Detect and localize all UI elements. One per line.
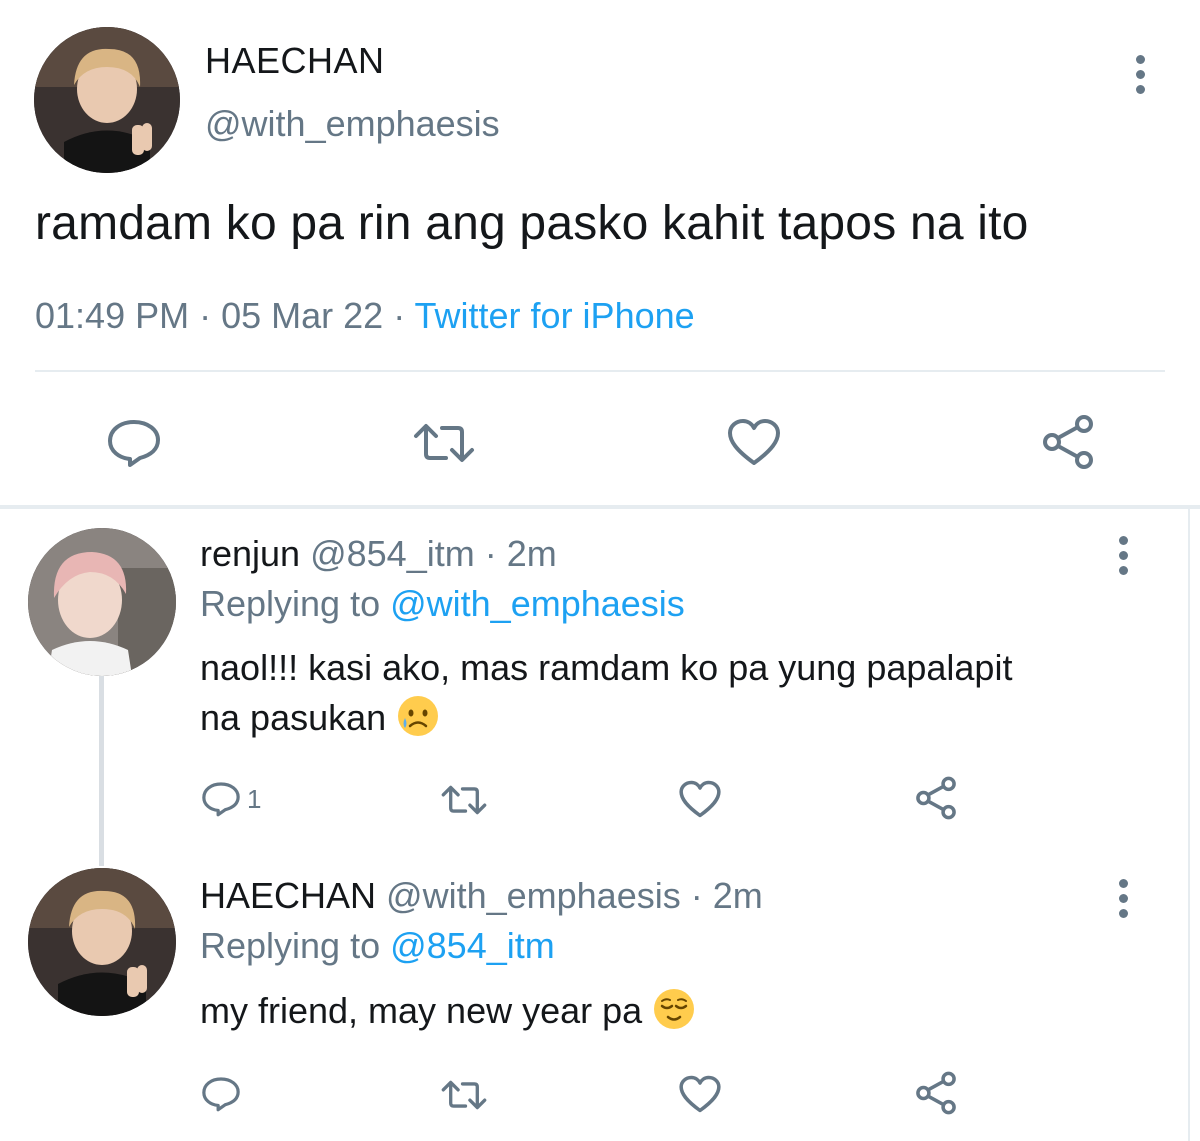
sad-relieved-emoji-icon: [398, 696, 439, 736]
reply-header: HAECHAN @with_emphaesis · 2m: [200, 875, 763, 917]
more-options-icon[interactable]: [1116, 879, 1130, 918]
retweet-button[interactable]: [440, 783, 488, 817]
reply-icon: [202, 1077, 240, 1112]
share-icon: [1043, 415, 1093, 469]
share-icon: [916, 776, 956, 820]
replying-label: Replying to: [200, 583, 391, 624]
mention-link[interactable]: @854_itm: [390, 925, 555, 966]
avatar-photo: [28, 528, 176, 676]
tweet-source-link[interactable]: Twitter for iPhone: [415, 295, 695, 336]
tweet-meta: 01:49 PM · 05 Mar 22 · Twitter for iPhon…: [35, 295, 695, 337]
reply-meta: @854_itm · 2m: [300, 533, 557, 574]
tweet-date: 05 Mar 22: [221, 295, 384, 336]
retweet-icon: [441, 785, 487, 815]
reply-header: renjun @854_itm · 2m: [200, 533, 557, 575]
meta-separator: ·: [189, 295, 222, 336]
retweet-icon: [441, 1080, 487, 1110]
share-button[interactable]: [914, 776, 958, 820]
mention-link[interactable]: @with_emphaesis: [390, 583, 685, 624]
reply-author-name[interactable]: HAECHAN: [200, 875, 376, 916]
replying-to: Replying to @with_emphaesis: [200, 583, 685, 625]
thread-connector: [99, 676, 104, 866]
reply-text: my friend, may new year pa: [200, 986, 1160, 1036]
share-button[interactable]: [914, 1071, 958, 1115]
reply-author-name[interactable]: renjun: [200, 533, 300, 574]
avatar-photo: [28, 868, 176, 1016]
like-button[interactable]: [726, 417, 782, 467]
tweet-text: ramdam ko pa rin ang pasko kahit tapos n…: [35, 197, 1029, 250]
replying-to: Replying to @854_itm: [200, 925, 555, 967]
section-divider: [0, 505, 1200, 509]
like-button[interactable]: [678, 779, 722, 819]
reply-button[interactable]: 1: [201, 780, 261, 818]
reply-count: 1: [247, 783, 262, 814]
more-options-icon[interactable]: [1116, 536, 1130, 575]
like-button[interactable]: [678, 1074, 722, 1114]
scroll-edge: [1188, 509, 1190, 1141]
author-name[interactable]: HAECHAN: [205, 40, 385, 82]
avatar-photo: [34, 27, 180, 173]
reply-button[interactable]: [201, 1075, 241, 1113]
divider: [35, 370, 1165, 372]
reply-icon: [202, 782, 240, 817]
reply-text-line: my friend, may new year pa: [200, 990, 653, 1031]
reply-meta: @with_emphaesis · 2m: [376, 875, 763, 916]
reply-text: naol!!! kasi ako, mas ramdam ko pa yung …: [200, 643, 1160, 743]
like-icon: [728, 419, 780, 465]
like-icon: [679, 1075, 721, 1113]
tweet-time: 01:49 PM: [35, 295, 190, 336]
more-options-icon[interactable]: [1133, 55, 1147, 94]
relieved-face-emoji-icon: [654, 989, 695, 1029]
reply-text-line: naol!!! kasi ako, mas ramdam ko pa yung …: [200, 647, 1013, 688]
retweet-icon: [414, 424, 474, 462]
reply-text-line: na pasukan: [200, 693, 1160, 743]
reply-text-line2: na pasukan: [200, 697, 397, 738]
avatar[interactable]: [28, 528, 176, 676]
retweet-button[interactable]: [412, 420, 476, 466]
meta-separator: ·: [383, 295, 415, 336]
like-icon: [679, 780, 721, 818]
reply-icon: [108, 420, 160, 467]
retweet-button[interactable]: [440, 1078, 488, 1112]
reply-button[interactable]: [106, 418, 162, 468]
share-icon: [916, 1071, 956, 1115]
avatar[interactable]: [34, 27, 180, 173]
avatar[interactable]: [28, 868, 176, 1016]
author-handle[interactable]: @with_emphaesis: [205, 103, 500, 145]
replying-label: Replying to: [200, 925, 391, 966]
share-button[interactable]: [1040, 414, 1096, 470]
